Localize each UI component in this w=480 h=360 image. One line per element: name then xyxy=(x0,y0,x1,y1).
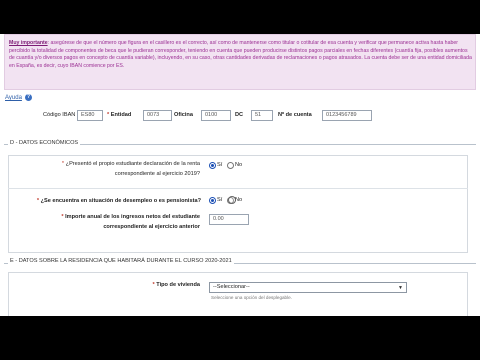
mouse-cursor xyxy=(228,196,236,204)
ingresos-input[interactable]: 0.00 xyxy=(209,214,249,225)
ingresos-question-line2: correspondiente al ejercicio anterior xyxy=(103,224,200,230)
oficina-label: Oficina xyxy=(174,112,193,118)
renta-no-radio[interactable] xyxy=(227,162,234,169)
notice-text: Muy importante: asegúrese de que el núme… xyxy=(9,40,473,70)
help-link[interactable]: Ayuda xyxy=(5,95,22,101)
vivienda-hint: Seleccione una opción del desplegable. xyxy=(211,295,292,300)
codigo-iban-input[interactable]: ES80 xyxy=(77,110,103,121)
required-mark: * xyxy=(107,112,110,118)
important-notice: Muy importante: asegúrese de que el núme… xyxy=(4,34,476,90)
renta-yes-radio[interactable] xyxy=(209,162,216,169)
vivienda-select[interactable]: --Seleccionar-- ▼ xyxy=(209,282,407,293)
vivienda-selected-value: --Seleccionar-- xyxy=(213,284,250,290)
renta-question: * ¿Presentó el propio estudiante declara… xyxy=(20,159,200,179)
divider xyxy=(8,188,468,189)
section-e-title: E - DATOS SOBRE LA RESIDENCIA QUE HABITA… xyxy=(8,258,234,264)
dc-input[interactable]: 51 xyxy=(251,110,273,121)
desempleo-question-text: ¿Se encuentra en situación de desempleo … xyxy=(40,198,201,204)
vivienda-question: * Tipo de vivienda xyxy=(152,282,200,288)
renta-question-line1: ¿Presentó el propio estudiante declaraci… xyxy=(65,161,200,167)
video-frame: Muy importante: asegúrese de que el núme… xyxy=(0,0,480,360)
notice-lead: Muy importante xyxy=(9,40,48,46)
ingresos-question-line1: Importe anual de los ingresos netos del … xyxy=(65,214,200,220)
numero-cuenta-input[interactable]: 0123456789 xyxy=(322,110,372,121)
iban-row: Código IBAN ES80 * Entidad 0073 Oficina … xyxy=(0,110,480,124)
help-icon[interactable]: ? xyxy=(25,94,32,101)
notice-body: : asegúrese de que el número que figura … xyxy=(9,40,472,69)
desempleo-no-label: No xyxy=(235,197,243,203)
entidad-label: Entidad xyxy=(110,112,132,118)
section-e-panel xyxy=(8,272,468,316)
oficina-input[interactable]: 0100 xyxy=(201,110,231,121)
numero-cuenta-label: Nº de cuenta xyxy=(278,112,312,118)
chevron-down-icon: ▼ xyxy=(398,285,403,291)
renta-no-label: No xyxy=(235,162,243,168)
vivienda-label: Tipo de vivienda xyxy=(156,282,200,288)
desempleo-question: * ¿Se encuentra en situación de desemple… xyxy=(36,198,201,204)
desempleo-yes-label: Sí xyxy=(217,197,223,203)
renta-question-line2: correspondiente al ejercicio 2019? xyxy=(114,171,200,177)
ingresos-question: * Importe anual de los ingresos netos de… xyxy=(20,212,200,232)
codigo-iban-label: Código IBAN xyxy=(43,112,76,118)
dc-label: DC xyxy=(235,112,244,118)
desempleo-yes-radio[interactable] xyxy=(209,197,216,204)
section-d-title: D - DATOS ECONÓMICOS xyxy=(8,140,81,146)
form-page: Muy importante: asegúrese de que el núme… xyxy=(0,34,480,316)
renta-yes-label: Sí xyxy=(217,162,223,168)
entidad-input[interactable]: 0073 xyxy=(143,110,172,121)
